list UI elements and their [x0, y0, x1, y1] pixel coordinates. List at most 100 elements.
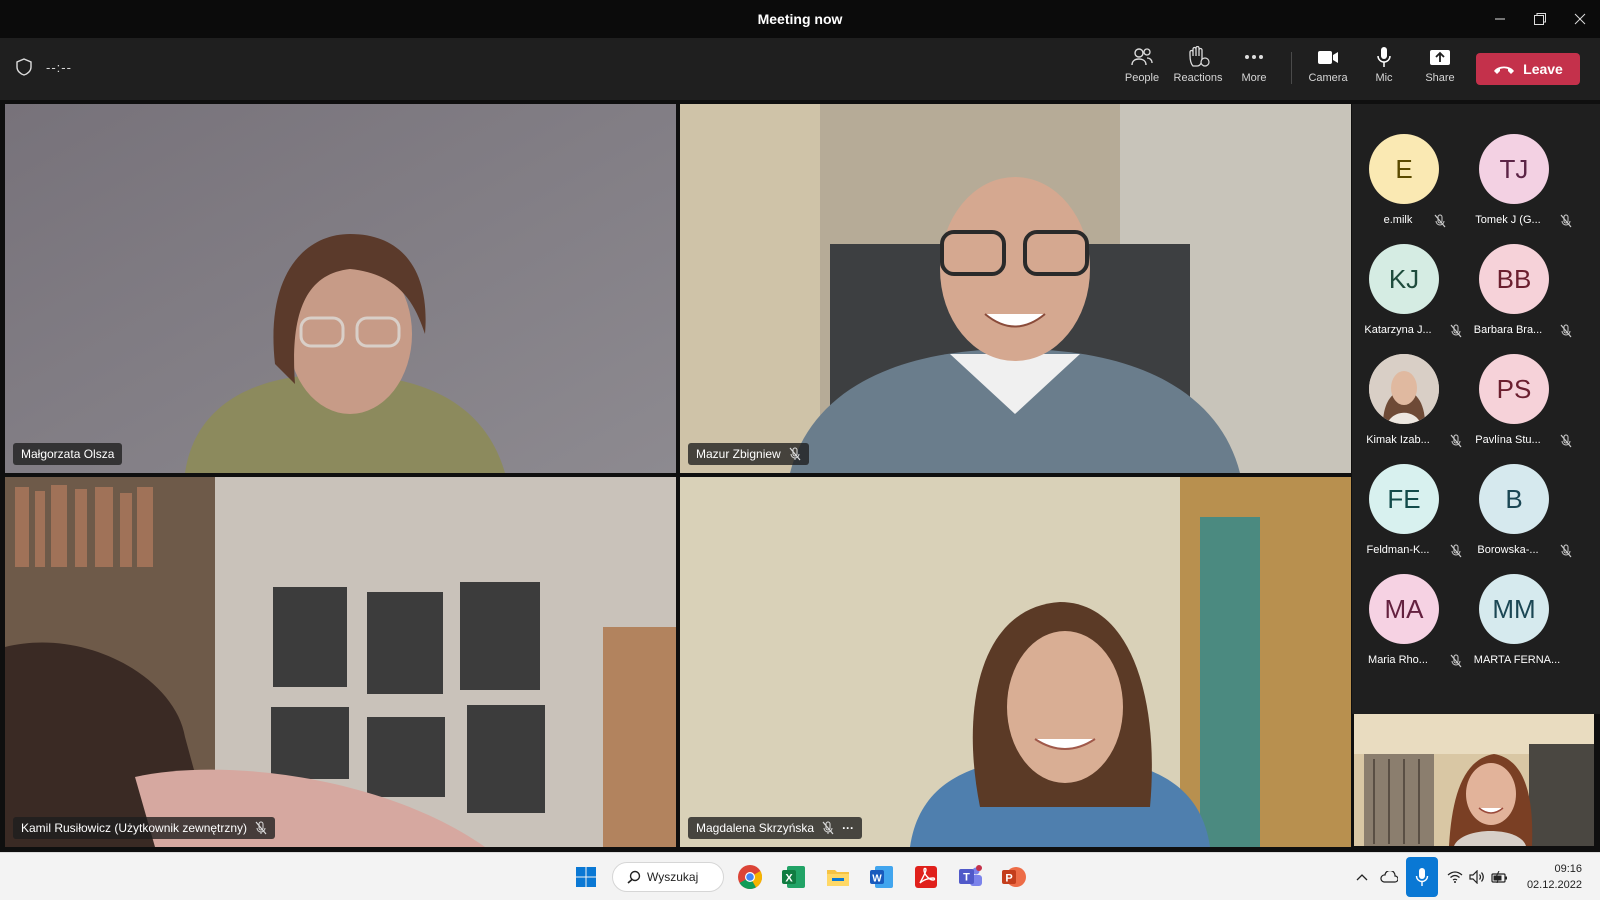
participant-nametag: Mazur Zbigniew: [688, 443, 809, 465]
taskbar-clock[interactable]: 09:16 02.12.2022: [1527, 861, 1582, 893]
self-view-video[interactable]: [1354, 714, 1594, 846]
svg-text:T: T: [963, 872, 970, 884]
excel-icon: X: [782, 866, 805, 888]
taskbar-search[interactable]: Wyszukaj: [612, 862, 724, 892]
chrome-app[interactable]: [734, 861, 766, 893]
title-bar: Meeting now: [0, 0, 1600, 38]
start-button[interactable]: [570, 861, 602, 893]
chrome-icon: [738, 865, 763, 890]
muted-mic-icon: [1450, 654, 1462, 668]
participant-label: MARTA FERNA...: [1473, 654, 1561, 666]
participant-item[interactable]: BB Barbara Bra...: [1462, 214, 1572, 338]
reactions-label: Reactions: [1173, 72, 1223, 84]
speaker-icon: [1469, 870, 1484, 884]
participant-name: Kamil Rusiłowicz (Użytkownik zewnętrzny): [21, 821, 248, 835]
participant-name: Małgorzata Olsza: [21, 447, 115, 461]
participant-name: Mazur Zbigniew: [696, 447, 781, 461]
meeting-toolbar: --:-- People Reactions More Camera Mic S…: [0, 38, 1600, 100]
share-label: Share: [1425, 72, 1455, 84]
camera-button[interactable]: Camera: [1300, 46, 1356, 94]
people-icon: [1131, 48, 1153, 66]
participant-item[interactable]: MA Maria Rho...: [1352, 544, 1462, 668]
svg-text:W: W: [872, 874, 882, 885]
more-button[interactable]: More: [1226, 46, 1282, 94]
participant-item[interactable]: KJ Katarzyna J...: [1352, 214, 1462, 338]
microphone-icon: [1377, 47, 1391, 67]
restore-button[interactable]: [1520, 4, 1560, 34]
reactions-button[interactable]: Reactions: [1170, 46, 1226, 94]
participant-item[interactable]: E e.milk: [1352, 104, 1462, 228]
mic-button[interactable]: Mic: [1356, 46, 1412, 94]
participant-item[interactable]: FE Feldman-K...: [1352, 434, 1462, 558]
muted-mic-icon: [255, 821, 267, 835]
folder-icon: [827, 870, 849, 886]
show-hidden-icons-button[interactable]: [1352, 861, 1372, 893]
word-icon: W: [870, 866, 893, 888]
powerpoint-icon: P: [1002, 867, 1026, 887]
svg-text:P: P: [1005, 873, 1012, 885]
avatar: TJ: [1479, 134, 1549, 204]
microphone-in-use-tray[interactable]: [1406, 857, 1438, 897]
battery-tray[interactable]: [1488, 861, 1512, 893]
camera-label: Camera: [1308, 72, 1348, 84]
hang-up-icon: [1494, 66, 1515, 74]
restore-icon: [1534, 13, 1546, 25]
participant-item[interactable]: TJ Tomek J (G...: [1462, 104, 1572, 228]
video-tile[interactable]: Kamil Rusiłowicz (Użytkownik zewnętrzny): [5, 477, 676, 847]
share-button[interactable]: Share: [1412, 46, 1468, 94]
search-icon: [627, 870, 641, 884]
word-app[interactable]: W: [866, 861, 898, 893]
video-tile[interactable]: Małgorzata Olsza: [5, 104, 676, 473]
video-tile[interactable]: Mazur Zbigniew: [680, 104, 1351, 473]
battery-plugged-icon: [1491, 871, 1507, 883]
leave-label: Leave: [1523, 61, 1563, 77]
volume-tray[interactable]: [1466, 861, 1488, 893]
clock-date: 02.12.2022: [1526, 879, 1582, 891]
shield-icon[interactable]: [16, 58, 32, 76]
minimize-icon: [1495, 18, 1505, 20]
leave-button[interactable]: Leave: [1476, 53, 1580, 85]
participant-more-button[interactable]: ···: [842, 821, 854, 835]
wifi-tray[interactable]: [1444, 861, 1466, 893]
clock-time: 09:16: [1554, 863, 1582, 875]
participant-item[interactable]: B Borowska-...: [1462, 434, 1572, 558]
participant-item[interactable]: PS Pavlína Stu...: [1462, 324, 1572, 448]
onedrive-tray[interactable]: [1376, 861, 1402, 893]
mic-label: Mic: [1375, 72, 1393, 84]
participant-item[interactable]: MM MARTA FERNA...: [1462, 544, 1572, 666]
more-label: More: [1241, 72, 1267, 84]
avatar: E: [1369, 134, 1439, 204]
acrobat-app[interactable]: [910, 861, 942, 893]
wifi-icon: [1447, 871, 1463, 883]
file-explorer-app[interactable]: [822, 861, 854, 893]
share-tray-icon: [1430, 50, 1450, 65]
avatar: BB: [1479, 244, 1549, 314]
avatar: KJ: [1369, 244, 1439, 314]
participant-item[interactable]: Kimak Izab...: [1352, 324, 1462, 448]
microphone-icon: [1415, 868, 1429, 886]
participant-label: Maria Rho...: [1368, 654, 1428, 666]
avatar: PS: [1479, 354, 1549, 424]
teams-icon: T: [959, 865, 982, 886]
cloud-icon: [1380, 871, 1398, 883]
teams-app[interactable]: T: [954, 861, 986, 893]
participant-video: [680, 477, 1351, 847]
window-title: Meeting now: [757, 11, 843, 27]
participant-nametag: Magdalena Skrzyńska ···: [688, 817, 863, 839]
avatar: FE: [1369, 464, 1439, 534]
close-icon: [1574, 13, 1586, 25]
avatar: MA: [1369, 574, 1439, 644]
raise-hand-icon: [1189, 46, 1210, 67]
excel-app[interactable]: X: [778, 861, 810, 893]
close-button[interactable]: [1560, 4, 1600, 34]
muted-mic-icon: [789, 447, 801, 461]
participant-video: [680, 104, 1351, 473]
participants-panel: E e.milk TJ Tomek J (G... KJ Katarzyna J…: [1352, 104, 1600, 714]
people-label: People: [1124, 72, 1160, 84]
windows-taskbar: Wyszukaj X W T P 09:16 02.12.2022: [0, 852, 1600, 900]
self-video: [1354, 714, 1594, 846]
powerpoint-app[interactable]: P: [998, 861, 1030, 893]
video-tile[interactable]: Magdalena Skrzyńska ···: [680, 477, 1351, 847]
minimize-button[interactable]: [1480, 4, 1520, 34]
people-button[interactable]: People: [1114, 46, 1170, 94]
